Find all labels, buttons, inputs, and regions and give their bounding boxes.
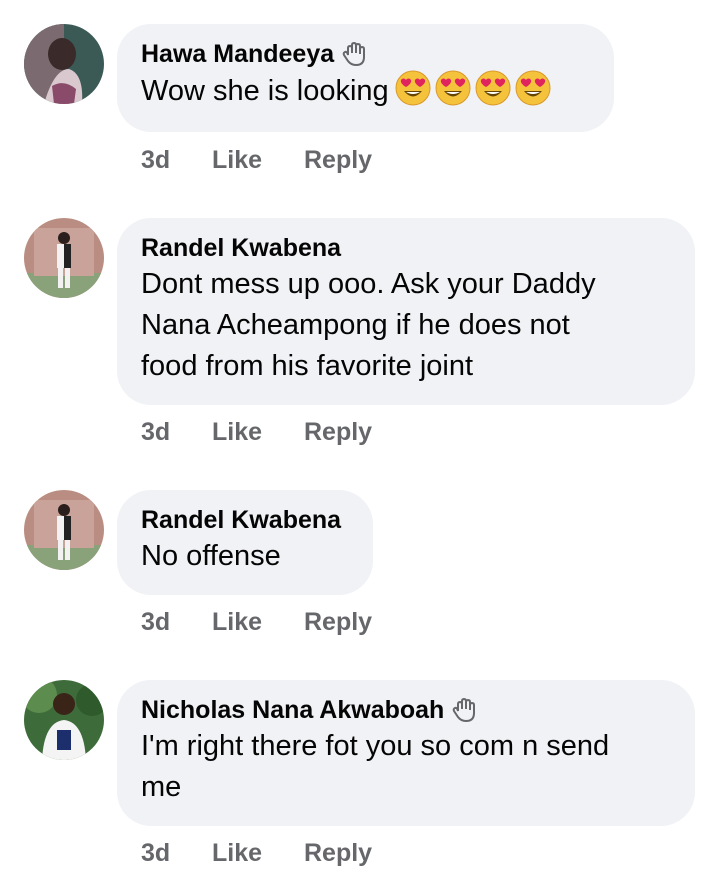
avatar[interactable]: [24, 24, 104, 104]
heart-eyes-emoji-icon: [435, 70, 471, 106]
timestamp[interactable]: 3d: [141, 418, 212, 447]
comment-text: I'm right there fot you so com n send me: [141, 730, 610, 803]
comment-text: Wow she is looking: [141, 70, 590, 112]
comment-bubble: Hawa Mandeeya Wow she is looking: [117, 24, 614, 132]
comment-actions: 3d Like Reply: [141, 146, 372, 175]
comment-bubble: Randel Kwabena No offense: [117, 490, 373, 595]
timestamp[interactable]: 3d: [141, 146, 212, 175]
reply-button[interactable]: Reply: [304, 608, 372, 637]
commenter-name[interactable]: Hawa Mandeeya: [141, 38, 590, 70]
comment-text: Dont mess up ooo. Ask your Daddy Nana Ac…: [141, 268, 596, 382]
timestamp[interactable]: 3d: [141, 608, 212, 637]
like-button[interactable]: Like: [212, 146, 304, 175]
avatar[interactable]: [24, 680, 104, 760]
wave-icon: [342, 41, 368, 67]
comment-actions: 3d Like Reply: [141, 608, 372, 637]
commenter-name[interactable]: Randel Kwabena: [141, 232, 671, 264]
like-button[interactable]: Like: [212, 608, 304, 637]
reply-button[interactable]: Reply: [304, 418, 372, 447]
comment-actions: 3d Like Reply: [141, 418, 372, 447]
avatar[interactable]: [24, 218, 104, 298]
reply-button[interactable]: Reply: [304, 146, 372, 175]
comment-bubble: Nicholas Nana Akwaboah I'm right there f…: [117, 680, 695, 826]
like-button[interactable]: Like: [212, 418, 304, 447]
commenter-name[interactable]: Nicholas Nana Akwaboah: [141, 694, 671, 726]
reply-button[interactable]: Reply: [304, 839, 372, 868]
like-button[interactable]: Like: [212, 839, 304, 868]
avatar[interactable]: [24, 490, 104, 570]
emoji-group: [395, 70, 555, 106]
heart-eyes-emoji-icon: [395, 70, 431, 106]
commenter-name[interactable]: Randel Kwabena: [141, 504, 349, 536]
comment-text: No offense: [141, 540, 281, 572]
timestamp[interactable]: 3d: [141, 839, 212, 868]
comment-bubble: Randel Kwabena Dont mess up ooo. Ask you…: [117, 218, 695, 405]
heart-eyes-emoji-icon: [515, 70, 551, 106]
wave-icon: [452, 697, 478, 723]
heart-eyes-emoji-icon: [475, 70, 511, 106]
comment-actions: 3d Like Reply: [141, 839, 372, 868]
